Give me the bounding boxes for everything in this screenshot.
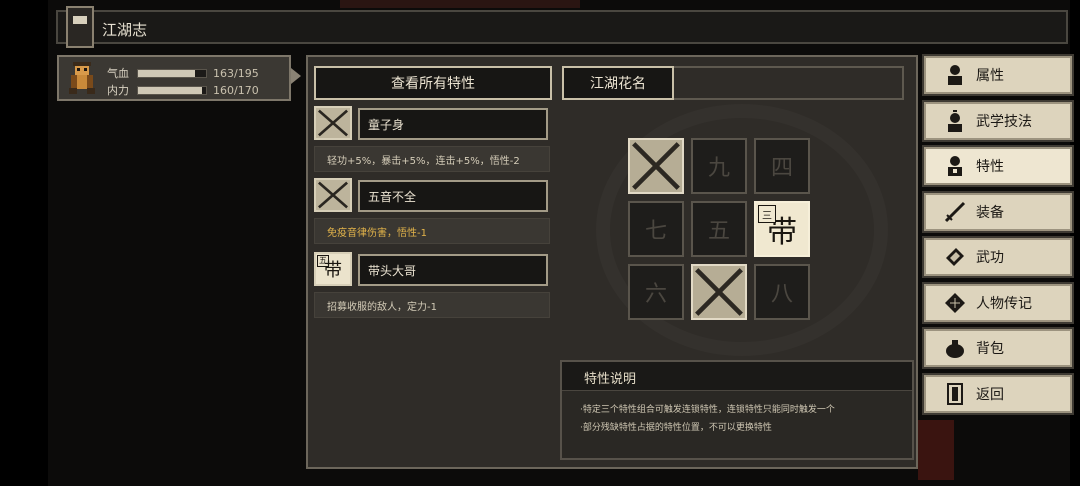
trait-description-box: 特性说明 ·特定三个特性组合可触发连锁特性，连锁特性只能同时触发一个 ·部分残缺… (560, 360, 914, 460)
journal-book-icon (66, 6, 94, 48)
view-all-traits-button[interactable]: 查看所有特性 (314, 66, 552, 100)
grid-cell[interactable] (691, 264, 747, 320)
menu-button[interactable]: 装备 (922, 190, 1074, 233)
menu-button[interactable]: 武学技法 (922, 99, 1074, 142)
bag-icon (946, 340, 964, 358)
person-icon (948, 65, 962, 85)
menu-button-label: 武学技法 (976, 113, 1032, 130)
menu-button[interactable]: 背包 (922, 327, 1074, 369)
menu-button-label: 返回 (976, 386, 1004, 403)
menu-button[interactable]: 属性 (922, 54, 1074, 96)
description-title: 特性说明 (584, 372, 637, 387)
trait-name: 带头大哥 (358, 254, 548, 286)
trait-desc: 免疫音律伤害，悟性-1 (314, 218, 550, 244)
menu-button-label: 背包 (976, 341, 1004, 357)
combo-title-bar (674, 66, 904, 100)
grid-cell-badge: 三 (758, 205, 776, 223)
broken-cross-icon (632, 142, 680, 190)
thinking-person-icon (948, 109, 962, 132)
grid-cell[interactable]: 五 (691, 201, 747, 257)
combo-title: 江湖花名 (562, 66, 674, 100)
book-icon (946, 248, 964, 266)
mp-bar-fill (138, 86, 202, 94)
diamond-icon (945, 292, 965, 313)
person-trait-icon (948, 156, 962, 176)
trait-name: 五音不全 (358, 180, 548, 212)
left-frame (0, 0, 48, 486)
description-line: ·特定三个特性组合可触发连锁特性，连锁特性只能同时触发一个 (580, 405, 835, 415)
hp-bar (137, 68, 207, 78)
hp-bar-fill (138, 69, 195, 77)
trait-desc: 轻功+5%，暴击+5%，连击+5%，悟性-2 (314, 146, 550, 172)
grid-cell-char: 六 (644, 282, 667, 307)
hp-value: 163/195 (213, 66, 259, 80)
menu-button-label: 特性 (976, 159, 1004, 175)
menu-button-label: 属性 (976, 68, 1004, 84)
grid-cell-char: 九 (707, 156, 730, 181)
menu-button[interactable]: 人物传记 (922, 281, 1074, 324)
background-block (918, 420, 954, 480)
grid-cell[interactable]: 七 (628, 201, 684, 257)
character-card[interactable]: 气血 163/195 内力 160/170 (57, 55, 291, 101)
trait-icon-badge: 五 (317, 255, 329, 267)
trait-icon: 带 五 (314, 252, 352, 286)
broken-cross-icon (695, 268, 743, 316)
menu-button-label: 武功 (976, 250, 1004, 266)
grid-cell-char: 七 (644, 219, 667, 244)
page-title: 江湖志 (102, 21, 148, 39)
hp-row: 气血 163/195 (107, 65, 259, 81)
grid-cell[interactable]: 带三 (754, 201, 810, 257)
mp-value: 160/170 (213, 83, 259, 97)
mp-label: 内力 (107, 84, 129, 97)
menu-button-label: 人物传记 (976, 295, 1032, 312)
sword-icon (944, 201, 966, 222)
trait-icon (314, 106, 352, 140)
grid-cell[interactable]: 九 (691, 138, 747, 194)
door-icon (947, 382, 963, 405)
mp-bar (137, 85, 207, 95)
background-strip (340, 0, 580, 8)
trait-desc: 招募收服的敌人，定力-1 (314, 292, 550, 318)
title-bar (56, 10, 1068, 44)
mp-row: 内力 160/170 (107, 82, 259, 98)
grid-cell[interactable]: 六 (628, 264, 684, 320)
trait-name: 童子身 (358, 108, 548, 140)
grid-cell[interactable]: 八 (754, 264, 810, 320)
menu-button-label: 装备 (976, 204, 1004, 221)
description-line: ·部分残缺特性占据的特性位置，不可以更换特性 (580, 423, 772, 433)
grid-cell-char: 五 (707, 219, 730, 244)
grid-cell-char: 八 (770, 282, 793, 307)
menu-button[interactable]: 武功 (922, 236, 1074, 278)
grid-cell[interactable] (628, 138, 684, 194)
menu-button[interactable]: 特性 (922, 145, 1074, 187)
menu-button[interactable]: 返回 (922, 372, 1074, 415)
character-avatar-icon (69, 62, 95, 94)
description-header: 特性说明 (562, 362, 912, 391)
trait-icon (314, 178, 352, 212)
hp-label: 气血 (107, 67, 129, 80)
selected-arrow-icon (291, 68, 301, 84)
grid-cell[interactable]: 四 (754, 138, 810, 194)
grid-cell-char: 四 (770, 156, 793, 181)
